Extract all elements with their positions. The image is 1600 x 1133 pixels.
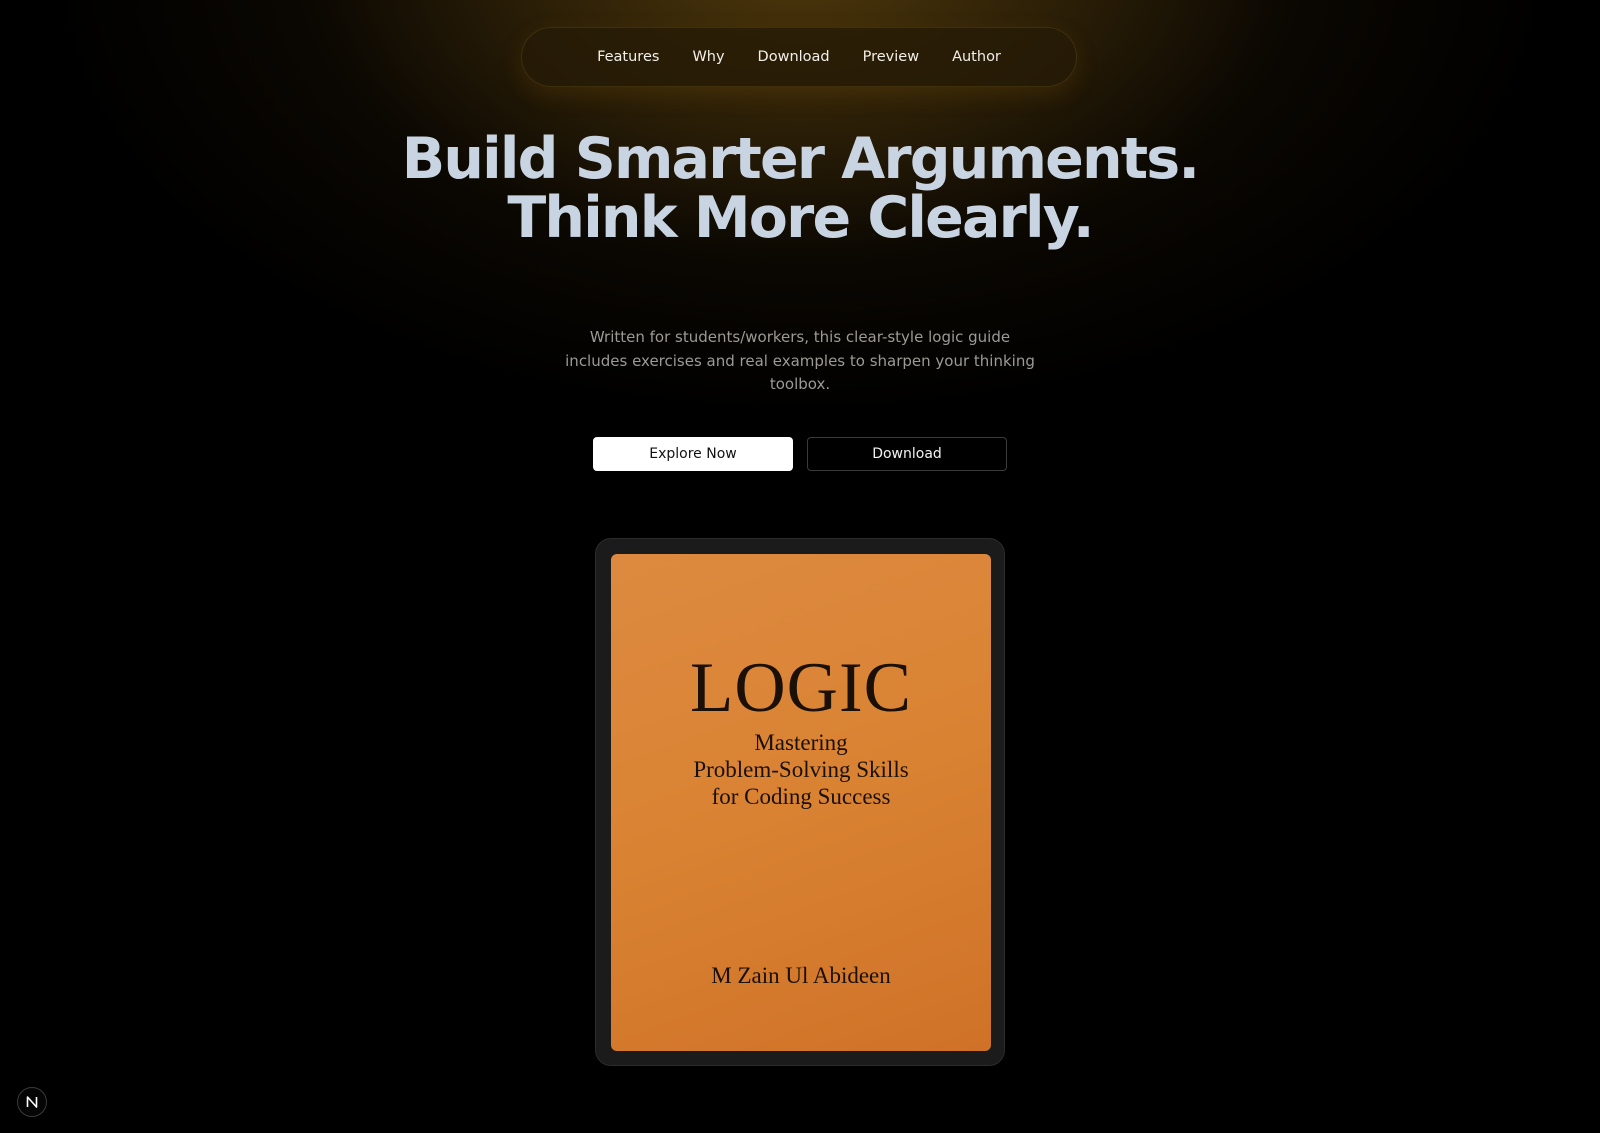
nav-link-features[interactable]: Features [597, 49, 659, 65]
download-button[interactable]: Download [807, 437, 1007, 471]
book-title: LOGIC [690, 649, 912, 727]
book-author: M Zain Ul Abideen [711, 963, 891, 988]
landing-page: Features Why Download Preview Author Bui… [0, 0, 1600, 1133]
book-subtitle-line: Problem-Solving Skills [693, 757, 909, 782]
top-navigation: Features Why Download Preview Author [521, 27, 1077, 87]
book-cover: LOGIC Mastering Problem-Solving Skills f… [611, 554, 991, 1051]
nav-link-why[interactable]: Why [692, 49, 724, 65]
nav-link-preview[interactable]: Preview [863, 49, 919, 65]
n-logo-icon [26, 1096, 38, 1108]
hero-headline: Build Smarter Arguments. Think More Clea… [401, 126, 1200, 251]
book-subtitle: Mastering Problem-Solving Skills for Cod… [611, 729, 991, 810]
n-logo-badge[interactable] [17, 1087, 47, 1117]
book-subtitle-line: Mastering [754, 730, 848, 755]
explore-now-button[interactable]: Explore Now [593, 437, 793, 471]
nav-link-author[interactable]: Author [952, 49, 1001, 65]
book-subtitle-line: for Coding Success [711, 784, 891, 809]
nav-link-download[interactable]: Download [758, 49, 830, 65]
book-preview-frame: LOGIC Mastering Problem-Solving Skills f… [595, 538, 1005, 1066]
hero-subtitle: Written for students/workers, this clear… [565, 328, 1035, 393]
